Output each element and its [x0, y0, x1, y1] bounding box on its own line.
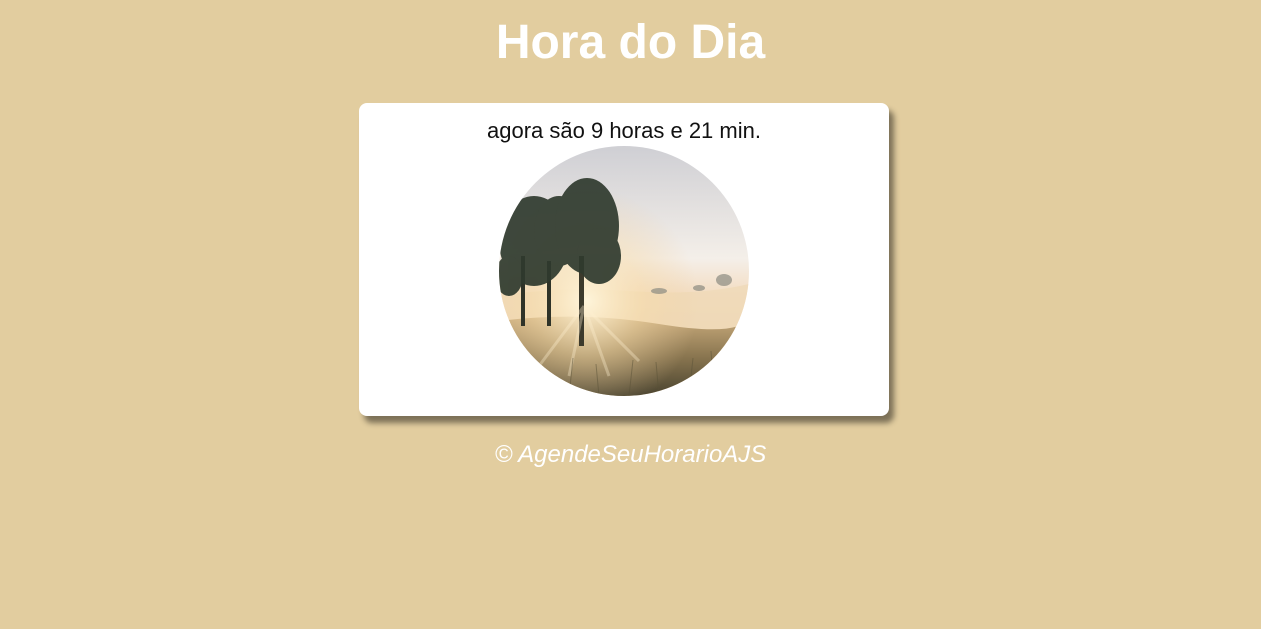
page-title: Hora do Dia [495, 16, 766, 69]
morning-tree-photo [499, 146, 749, 396]
current-time-text: agora são 9 horas e 21 min. [487, 118, 761, 143]
copyright-footer: © AgendeSeuHorarioAJS [494, 441, 767, 468]
time-card: agora são 9 horas e 21 min. [359, 103, 889, 416]
